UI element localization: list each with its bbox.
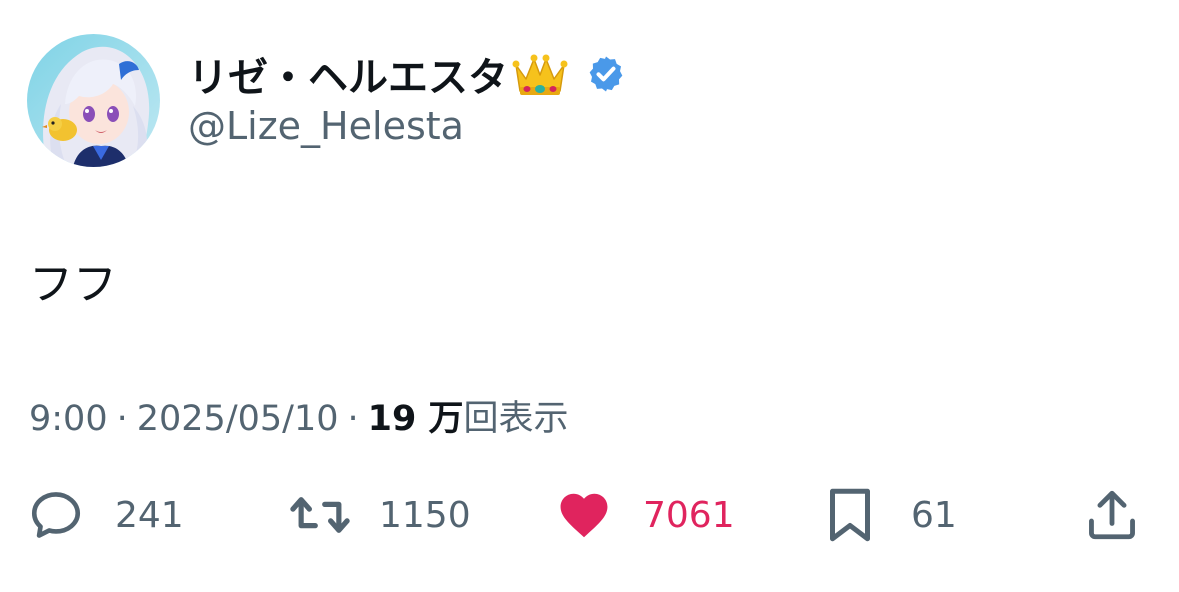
author-display-name[interactable]: リゼ・ヘルエスタ <box>188 45 508 103</box>
views-count[interactable]: 19 万 <box>368 390 464 441</box>
retweet-icon <box>287 486 353 544</box>
tweet-meta: 9:00 · 2025/05/10 · 19 万 回表示 <box>29 390 569 441</box>
like-button[interactable]: 7061 <box>555 480 735 550</box>
retweet-button[interactable]: 1150 <box>287 480 471 550</box>
avatar-image <box>27 34 160 167</box>
share-icon <box>1083 486 1141 544</box>
avatar[interactable] <box>27 34 160 167</box>
meta-separator: · <box>347 399 359 439</box>
share-button[interactable] <box>1083 480 1141 550</box>
crown-emoji-icon <box>512 49 568 99</box>
like-count: 7061 <box>643 494 735 536</box>
meta-separator: · <box>116 399 128 439</box>
reply-bubble-icon <box>27 486 85 544</box>
views-label[interactable]: 回表示 <box>464 390 569 441</box>
heart-icon <box>555 486 613 544</box>
reply-button[interactable]: 241 <box>27 480 184 550</box>
tweet-date[interactable]: 2025/05/10 <box>137 399 339 439</box>
reply-count: 241 <box>115 494 184 536</box>
bookmark-count: 61 <box>911 494 957 536</box>
bookmark-icon <box>825 485 875 545</box>
tweet-text: フフ <box>29 259 117 310</box>
tweet-action-bar: 241 1150 7061 61 <box>0 480 1179 550</box>
bookmark-button[interactable]: 61 <box>825 480 957 550</box>
author-name-row[interactable]: リゼ・ヘルエスタ <box>188 45 626 103</box>
retweet-count: 1150 <box>379 494 471 536</box>
author-handle[interactable]: @Lize_Helesta <box>188 104 464 148</box>
verified-badge-icon[interactable] <box>586 54 626 94</box>
tweet-time[interactable]: 9:00 <box>29 399 108 439</box>
